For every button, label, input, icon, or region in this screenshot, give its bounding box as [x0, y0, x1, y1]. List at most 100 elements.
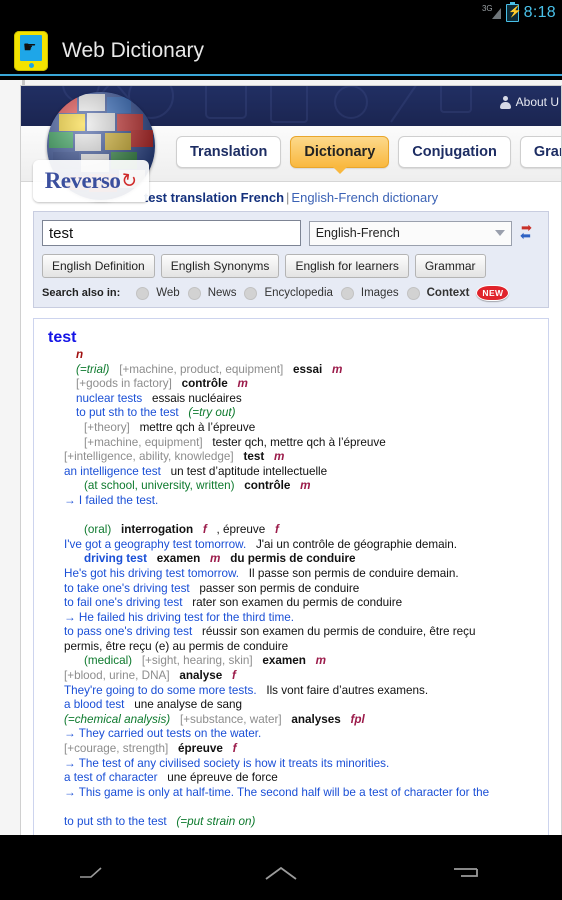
entry-token-src[interactable]: to pass one's driving test [64, 625, 192, 640]
entry-token-srcb[interactable]: driving test [84, 552, 147, 567]
language-pair-select[interactable]: English-French [308, 220, 512, 246]
entry-token-src[interactable]: to put sth to the test [76, 406, 179, 421]
entry-line: to pass one's driving test réussir son e… [34, 625, 548, 640]
new-badge: NEW [476, 285, 510, 301]
entry-line: to take one's driving test passer son pe… [34, 582, 548, 597]
android-screen: 3G ⚡ 8:18 ☛ Web Dictionary About U Rever… [0, 0, 562, 900]
radio-news[interactable] [187, 286, 201, 300]
token-gap [253, 654, 263, 669]
entry-line: n [34, 348, 548, 363]
tab-dictionary[interactable]: Dictionary [290, 136, 390, 174]
entry-line: I've got a geography test tomorrow. J'ai… [34, 538, 548, 553]
entry-token-src[interactable]: to take one's driving test [64, 582, 190, 597]
chevron-down-icon [495, 230, 505, 236]
option-encyclopedia-label[interactable]: Encyclopedia [264, 287, 332, 299]
english-synonyms-button[interactable]: English Synonyms [160, 254, 280, 278]
radio-web[interactable] [136, 286, 150, 300]
entry-token-src[interactable]: to fail one's driving test [64, 596, 183, 611]
entry-line: to fail one's driving test rater son exa… [34, 596, 548, 611]
english-for-learners-button[interactable]: English for learners [285, 254, 409, 278]
entry-line: → I failed the test. [34, 494, 548, 509]
entry-token-fr: une épreuve de force [167, 771, 278, 785]
entry-token-tr: examen [262, 654, 306, 668]
entry-token-ex[interactable]: → The test of any civilised society is h… [64, 757, 389, 772]
reverso-swoosh-icon: ↻ [119, 169, 139, 193]
token-gap [111, 523, 121, 538]
entry-token-src[interactable]: a test of character [64, 771, 158, 786]
entry-token-src[interactable]: an intelligence test [64, 465, 161, 480]
token-gap [109, 363, 119, 378]
entry-token-g: f [275, 523, 279, 537]
radio-context[interactable] [406, 286, 420, 300]
entry-line: a blood test une analyse de sang [34, 698, 548, 713]
entry-token-ex[interactable]: → They carried out tests on the water. [64, 727, 261, 742]
entry-token-g: f [231, 669, 236, 683]
back-icon [79, 867, 102, 878]
entry-token-ctx: [+machine, equipment] [84, 435, 203, 449]
site-tabs: Translation Dictionary Conjugation Gramm… [176, 136, 561, 174]
tab-grammar[interactable]: Grammar [519, 136, 561, 168]
entry-token-ex[interactable]: → He failed his driving test for the thi… [64, 611, 294, 626]
grammar-button[interactable]: Grammar [414, 254, 486, 278]
entry-line: → They carried out tests on the water. [34, 727, 548, 742]
radio-encyclopedia[interactable] [244, 286, 258, 300]
entry-token-src[interactable]: He's got his driving test tomorrow. [64, 567, 239, 582]
entry-token-fr: Il passe son permis de conduire demain. [248, 566, 459, 580]
back-button[interactable] [54, 853, 134, 893]
token-gap [203, 436, 213, 451]
entry-token-src[interactable]: nuclear tests [76, 392, 142, 407]
tab-conjugation[interactable]: Conjugation [398, 136, 511, 168]
person-icon [499, 95, 511, 109]
entry-token-g: fpl [350, 712, 365, 726]
entry-token-tr: examen [156, 552, 201, 566]
home-button[interactable] [241, 853, 321, 893]
option-news-label[interactable]: News [208, 287, 237, 299]
system-navigation-bar [0, 846, 562, 900]
entry-line: (=trial) [+machine, product, equipment] … [34, 363, 548, 378]
swap-languages-icon[interactable]: ➡ ⬅ [520, 221, 540, 243]
entry-token-tr: épreuve [178, 742, 223, 756]
entry-token-tr: analyse [179, 669, 223, 683]
entry-token-ex[interactable]: → I failed the test. [64, 494, 158, 509]
token-gap [200, 552, 210, 567]
tab-translation[interactable]: Translation [176, 136, 282, 168]
entry-line [34, 800, 548, 815]
entry-token-src[interactable]: a blood test [64, 698, 124, 713]
app-title: Web Dictionary [62, 39, 204, 62]
site-nav: Reverso ↻ Translation Dictionary Conjuga… [21, 92, 561, 202]
entry-token-src[interactable]: They're going to do some more tests. [64, 684, 257, 699]
about-us-label: About U [515, 95, 559, 109]
token-gap [130, 421, 140, 436]
reverso-logo[interactable]: Reverso ↻ [33, 160, 149, 202]
token-gap [207, 523, 217, 538]
entry-token-ex[interactable]: → This game is only at half-time. The se… [64, 786, 489, 801]
entry-token-g: f [232, 742, 237, 756]
token-gap [170, 669, 180, 684]
network-type-label: 3G [481, 4, 493, 13]
token-gap [306, 654, 316, 669]
entry-token-src[interactable]: I've got a geography test tomorrow. [64, 538, 246, 553]
option-images-label[interactable]: Images [361, 287, 399, 299]
entry-token-fr: mettre qch à l’épreuve [139, 420, 256, 434]
entry-line: to put sth to the test (=put strain on) [34, 815, 548, 830]
search-also-in-row: Search also in: Web News Encyclopedia Im… [42, 285, 540, 301]
entry-token-src[interactable]: to put sth to the test [64, 815, 167, 830]
option-context-label[interactable]: Context [427, 287, 470, 299]
entry-token-fr: rater son examen du permis de conduire [192, 596, 403, 610]
entry-token-tr: contrôle [244, 479, 291, 493]
webview[interactable]: About U Reverso ↻ Translation Dictionary… [0, 80, 562, 835]
token-gap [170, 713, 180, 728]
recents-button[interactable] [428, 853, 508, 893]
radio-images[interactable] [340, 286, 354, 300]
reverso-logo-text: Reverso [44, 168, 121, 193]
search-input[interactable] [42, 220, 301, 246]
token-gap [124, 698, 134, 713]
option-web-label[interactable]: Web [156, 287, 179, 299]
battery-charging-icon: ⚡ [505, 2, 522, 22]
entry-headword: test [48, 329, 77, 346]
entry-line: (=chemical analysis) [+substance, water]… [34, 713, 548, 728]
entry-line: [+blood, urine, DNA] analyse f [34, 669, 548, 684]
english-definition-button[interactable]: English Definition [42, 254, 155, 278]
entry-line: a test of character une épreuve de force [34, 771, 548, 786]
about-us-link[interactable]: About U [499, 95, 559, 109]
